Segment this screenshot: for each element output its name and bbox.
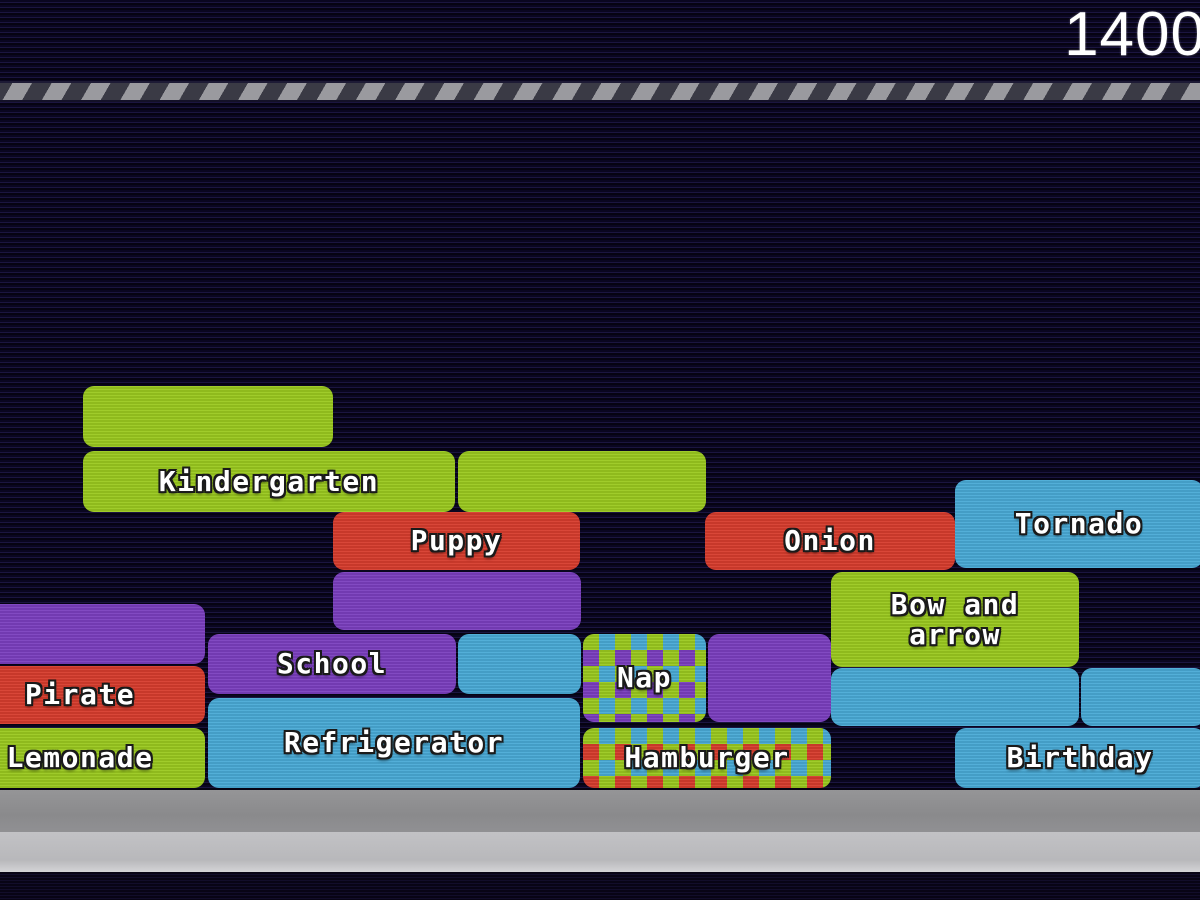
word-block[interactable]: Kindergarten	[83, 451, 455, 512]
blank-block[interactable]	[1081, 668, 1200, 726]
game-stage: 1400 Kindergarten Puppy Onion Tornado Bow an…	[0, 0, 1200, 900]
blank-block[interactable]	[458, 634, 581, 694]
blank-block[interactable]	[458, 451, 706, 512]
floor-lower-band	[0, 832, 1200, 872]
block-label: Tornado	[1014, 507, 1144, 541]
floor-shadow	[0, 872, 1200, 900]
word-block[interactable]: Onion	[705, 512, 955, 570]
block-label: Birthday	[1006, 741, 1154, 775]
floor-upper-band	[0, 790, 1200, 832]
word-block[interactable]: Lemonade	[0, 728, 205, 788]
word-block[interactable]: Birthday	[955, 728, 1200, 788]
block-label: Refrigerator	[283, 726, 505, 760]
block-label: School	[276, 647, 388, 681]
word-block[interactable]: Refrigerator	[208, 698, 580, 788]
word-block[interactable]: Bow and arrow	[831, 572, 1079, 667]
word-block[interactable]: Puppy	[333, 512, 580, 570]
block-label: Puppy	[410, 524, 503, 558]
blank-block[interactable]	[831, 668, 1079, 726]
word-block[interactable]: Pirate	[0, 666, 205, 724]
blank-block[interactable]	[83, 386, 333, 447]
block-label: Kindergarten	[158, 464, 380, 498]
blank-block[interactable]	[708, 634, 831, 722]
block-label: Lemonade	[6, 741, 154, 775]
word-block[interactable]: Tornado	[955, 480, 1200, 568]
block-label: Hamburger	[624, 741, 790, 775]
blank-block[interactable]	[333, 572, 581, 630]
block-label: Onion	[784, 524, 876, 558]
block-label: Pirate	[24, 678, 136, 712]
block-label: Nap	[616, 661, 673, 695]
block-label: Bow and arrow	[890, 588, 1020, 651]
blank-block[interactable]	[0, 604, 205, 664]
score-display: 1400	[1064, 0, 1200, 69]
word-block[interactable]: School	[208, 634, 456, 694]
hazard-stripe-bar	[0, 81, 1200, 102]
word-block[interactable]: Nap	[583, 634, 706, 722]
word-block[interactable]: Hamburger	[583, 728, 831, 788]
